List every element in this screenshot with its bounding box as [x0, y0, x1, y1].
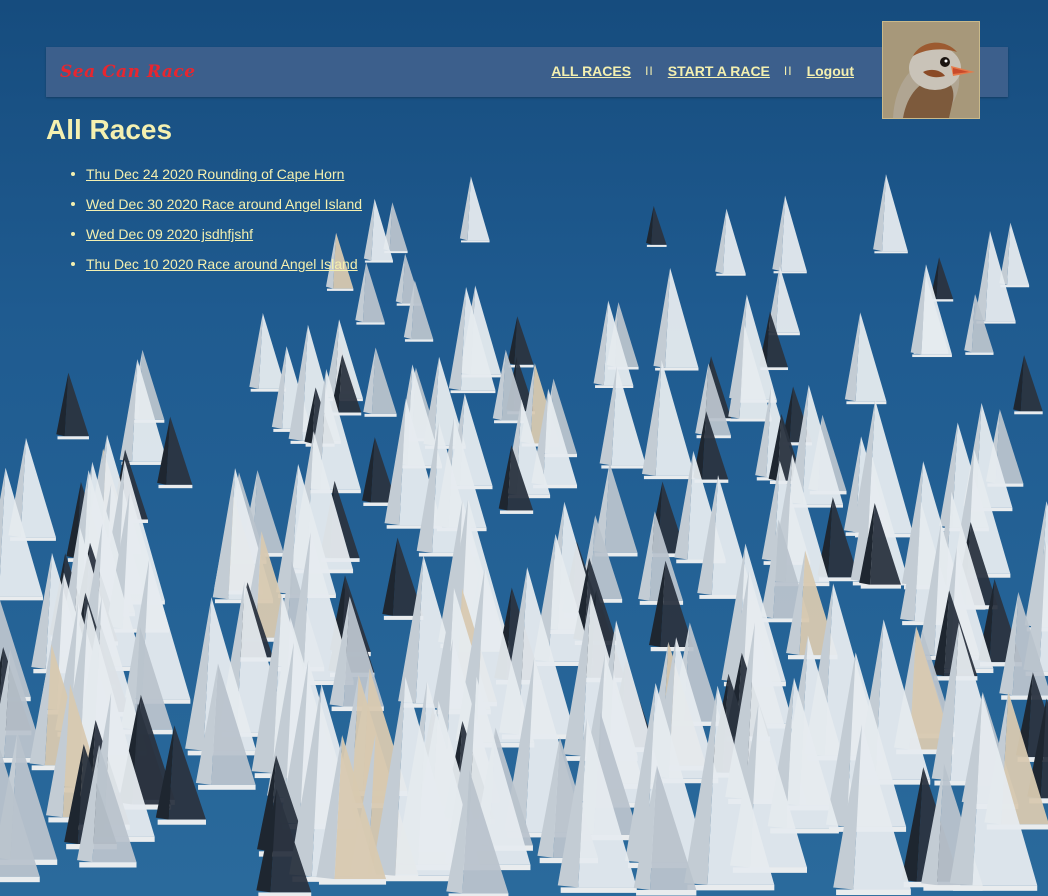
race-list-item: Thu Dec 24 2020 Rounding of Cape Horn: [71, 166, 362, 196]
bullet-icon: [71, 202, 75, 206]
brand-logo[interactable]: Sea Can Race: [60, 62, 196, 82]
nav-links: ALL RACES II START A RACE II Logout: [551, 63, 854, 79]
nav-separator: II: [645, 64, 654, 78]
nav-logout-link[interactable]: Logout: [807, 63, 854, 79]
race-link[interactable]: Thu Dec 10 2020 Race around Angel Island: [86, 256, 358, 272]
race-list-item: Wed Dec 09 2020 jsdhfjshf: [71, 226, 362, 256]
nav-start-race-link[interactable]: START A RACE: [668, 63, 770, 79]
race-link[interactable]: Wed Dec 30 2020 Race around Angel Island: [86, 196, 362, 212]
page-title: All Races: [46, 114, 173, 145]
nav-all-races-link[interactable]: ALL RACES: [551, 63, 631, 79]
top-navbar: Sea Can Race ALL RACES II START A RACE I…: [46, 47, 1008, 97]
bullet-icon: [71, 172, 75, 176]
race-list: Thu Dec 24 2020 Rounding of Cape Horn We…: [71, 166, 362, 286]
race-list-item: Thu Dec 10 2020 Race around Angel Island: [71, 256, 362, 286]
bullet-icon: [71, 262, 75, 266]
nav-separator: II: [783, 64, 793, 78]
bullet-icon: [71, 232, 75, 236]
race-link[interactable]: Wed Dec 09 2020 jsdhfjshf: [86, 226, 253, 242]
user-avatar[interactable]: [882, 21, 980, 119]
sparrow-avatar-icon: [883, 22, 979, 118]
race-list-item: Wed Dec 30 2020 Race around Angel Island: [71, 196, 362, 226]
race-link[interactable]: Thu Dec 24 2020 Rounding of Cape Horn: [86, 166, 344, 182]
